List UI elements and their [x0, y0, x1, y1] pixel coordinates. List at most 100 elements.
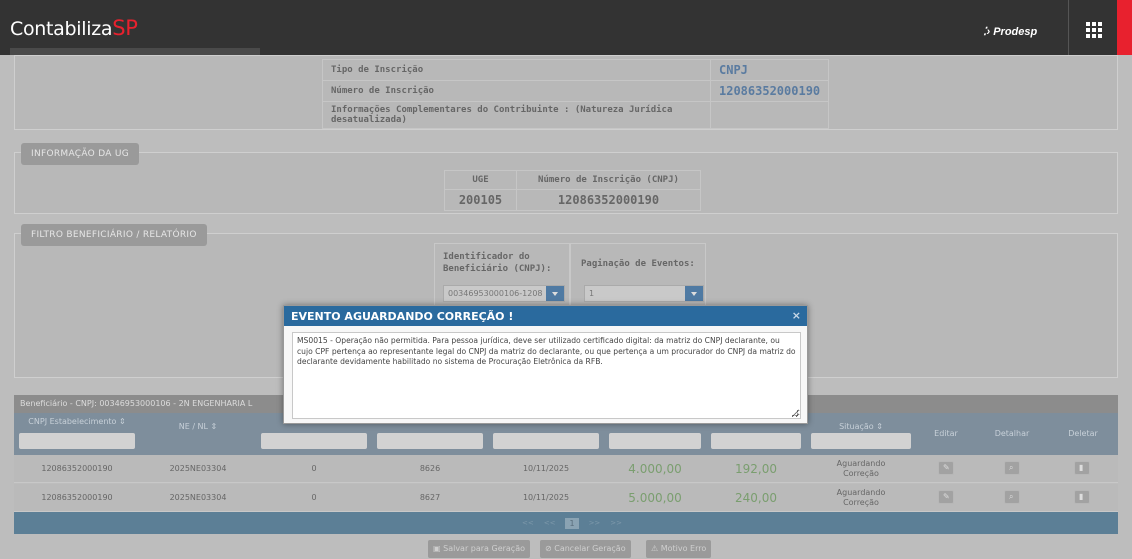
contribuinte-table: Tipo de Inscrição CNPJ Número de Inscriç… [322, 59, 830, 129]
ug-table: UGE Número de Inscrição (CNPJ) 200105 12… [444, 170, 701, 211]
edit-button[interactable]: ✎ [938, 461, 954, 475]
cell-situacao: Aguardando Correção [806, 455, 916, 483]
situacao-line1: Aguardando [836, 488, 886, 497]
cell-col3: 0 [311, 493, 317, 502]
app-logo[interactable]: ContabilizaSP [10, 16, 138, 40]
filter-input[interactable] [811, 433, 911, 449]
filter-input[interactable] [19, 433, 135, 449]
motivo-erro-button[interactable]: ⚠ Motivo Erro [646, 540, 712, 558]
pagination: << << 1 >> >> [522, 516, 622, 530]
cancel-icon: ⊘ [545, 544, 555, 553]
column-header-cnpj[interactable]: CNPJ Estabelecimento ⇕ [14, 413, 140, 455]
warning-icon: ⚠ [651, 544, 661, 553]
trash-icon: ▮ [1079, 492, 1084, 501]
ug-section-label: INFORMAÇÃO DA UG [21, 143, 140, 165]
apps-grid-icon[interactable] [1086, 22, 1102, 38]
beneficiario-id-label: Identificador do Beneficiário (CNPJ): [443, 252, 552, 274]
close-icon[interactable]: × [792, 309, 801, 322]
beneficiario-label: Beneficiário - CNPJ: 00346953000106 - 2N… [20, 399, 253, 408]
red-corner-tab[interactable] [1117, 0, 1132, 55]
uge-value: 200105 [444, 189, 517, 211]
logo-accent: SP [112, 16, 138, 40]
table-row[interactable]: 12086352000190 2025NE03304 0 8626 10/11/… [14, 455, 1118, 483]
column-header-label: CNPJ Estabelecimento ⇕ [28, 417, 126, 426]
error-modal: EVENTO AGUARDANDO CORREÇÃO ! × MS0015 - … [283, 305, 808, 424]
cell-cnpj: 12086352000190 [41, 493, 113, 502]
chevron-down-icon [546, 286, 564, 301]
situacao-line2: Correção [843, 469, 879, 478]
trash-icon: ▮ [1079, 463, 1084, 472]
modal-message-textarea[interactable]: MS0015 - Operação não permitida. Para pe… [292, 332, 801, 419]
prev-page-button[interactable]: << [544, 519, 556, 527]
filter-input[interactable] [609, 433, 701, 449]
ug-cnpj-value: 12086352000190 [516, 189, 701, 211]
cell-retencao: 192,00 [735, 462, 777, 476]
row-value [709, 101, 830, 129]
cell-situacao: Aguardando Correção [806, 484, 916, 512]
page-tab [10, 48, 260, 55]
column-header: Número de Inscrição (CNPJ) [516, 170, 701, 190]
last-page-button[interactable]: >> [610, 519, 622, 527]
table-row: 200105 12086352000190 [444, 189, 701, 211]
cell-ne: 2025NE03304 [169, 464, 227, 473]
cell-data: 10/11/2025 [522, 464, 570, 473]
detail-button[interactable]: ⌕ [1004, 490, 1020, 504]
cell-cnpj: 12086352000190 [41, 464, 113, 473]
filter-input[interactable] [377, 433, 483, 449]
search-icon: ⌕ [1009, 463, 1014, 472]
salvar-label: Salvar para Geração [443, 544, 526, 553]
prodesp-logo: ⁚› Prodesp [983, 26, 1038, 38]
first-page-button[interactable]: << [522, 519, 534, 527]
next-page-button[interactable]: >> [589, 519, 601, 527]
motivo-label: Motivo Erro [660, 544, 707, 553]
delete-button[interactable]: ▮ [1074, 461, 1090, 475]
edit-button[interactable]: ✎ [938, 490, 954, 504]
filter-input[interactable] [711, 433, 801, 449]
cancelar-label: Cancelar Geração [554, 544, 626, 553]
row-label: Tipo de Inscrição [322, 59, 711, 81]
search-icon: ⌕ [1009, 492, 1014, 501]
table-row: Tipo de Inscrição CNPJ [322, 59, 830, 81]
logo-main: Contabiliza [10, 18, 113, 40]
pencil-icon: ✎ [943, 492, 950, 501]
prodesp-text: Prodesp [993, 26, 1038, 38]
resize-grip-icon[interactable] [792, 410, 798, 416]
paginacao-select-value: 1 [589, 289, 595, 298]
cell-ne: 2025NE03304 [169, 493, 227, 502]
cell-valor: 5.000,00 [628, 491, 682, 505]
column-header-detalhar: Detalhar [994, 429, 1030, 438]
pagination-bar: << << 1 >> >> [14, 512, 1118, 534]
delete-button[interactable]: ▮ [1074, 490, 1090, 504]
table-row[interactable]: 12086352000190 2025NE03304 0 8627 10/11/… [14, 484, 1118, 512]
beneficiario-select[interactable]: 00346953000106-1208 [443, 285, 565, 302]
modal-message: MS0015 - Operação não permitida. Para pe… [297, 336, 796, 366]
table-row: Informações Complementares do Contribuin… [322, 101, 830, 129]
column-header-situacao[interactable]: Situação ⇕ [806, 413, 916, 455]
paginacao-select[interactable]: 1 [584, 285, 704, 302]
column-header-editar: Editar [934, 429, 958, 438]
cancelar-button[interactable]: ⊘ Cancelar Geração [540, 540, 631, 558]
beneficiario-select-value: 00346953000106-1208 [448, 289, 543, 298]
detail-button[interactable]: ⌕ [1004, 461, 1020, 475]
table-row: Número de Inscrição 12086352000190 [322, 80, 830, 102]
table-header-row: UGE Número de Inscrição (CNPJ) [444, 170, 701, 190]
pencil-icon: ✎ [943, 463, 950, 472]
current-page[interactable]: 1 [565, 517, 579, 529]
column-header-label: Situação ⇕ [839, 422, 883, 431]
cell-col4: 8626 [419, 464, 441, 473]
situacao-line1: Aguardando [836, 459, 886, 468]
cell-retencao: 240,00 [735, 491, 777, 505]
situacao-line2: Correção [843, 498, 879, 507]
filter-input[interactable] [261, 433, 367, 449]
salvar-button[interactable]: ▣ Salvar para Geração [428, 540, 531, 558]
row-value: 12086352000190 [709, 80, 830, 102]
filtro-section-label: FILTRO BENEFICIÁRIO / RELATÓRIO [21, 224, 207, 246]
save-icon: ▣ [433, 544, 444, 553]
column-header-deletar: Deletar [1068, 429, 1098, 438]
column-header: UGE [444, 170, 517, 190]
filtro-pag-box [570, 243, 706, 313]
modal-title: EVENTO AGUARDANDO CORREÇÃO ! [291, 310, 514, 323]
filter-input[interactable] [493, 433, 599, 449]
cell-col4: 8627 [419, 493, 441, 502]
column-header-ne[interactable]: NE / NL ⇕ [140, 413, 256, 455]
